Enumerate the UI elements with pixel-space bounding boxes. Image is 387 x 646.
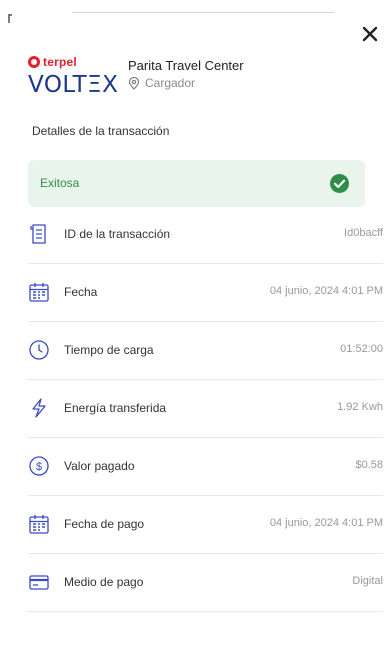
receipt-icon (30, 224, 46, 244)
detail-row-payment-date: Fecha de pago 04 junio, 2024 4:01 PM (28, 496, 383, 554)
detail-label: Valor pagado (64, 459, 135, 473)
detail-label: Tiempo de carga (64, 343, 154, 357)
detail-value: Digital (352, 575, 383, 587)
close-icon[interactable] (358, 22, 382, 46)
detail-row-transaction-id: ID de la transacción Id0bacff (28, 206, 383, 264)
svg-text:$: $ (36, 461, 42, 473)
station-type: Cargador (128, 76, 195, 90)
calendar-icon (29, 283, 49, 302)
status-banner: Exitosa (28, 160, 365, 207)
detail-value: 01:52:00 (340, 343, 383, 355)
lightning-icon (32, 398, 46, 418)
section-title: Detalles de la transacción (32, 124, 170, 138)
clock-icon (29, 340, 49, 360)
station-type-label: Cargador (145, 76, 196, 90)
detail-row-charge-time: Tiempo de carga 01:52:00 (28, 322, 383, 380)
voltex-wordmark: VOLTΞX (28, 72, 119, 98)
terpel-logo: terpel (28, 54, 77, 70)
detail-row-date: Fecha 04 junio, 2024 4:01 PM (28, 264, 383, 322)
detail-label: Fecha de pago (64, 517, 145, 531)
detail-row-amount-paid: $ Valor pagado $0.58 (28, 438, 383, 496)
detail-label: Medio de pago (64, 575, 144, 589)
terpel-wordmark: terpel (43, 55, 77, 69)
detail-value: 04 junio, 2024 4:01 PM (269, 285, 383, 297)
check-circle-icon (330, 174, 349, 193)
status-label: Exitosa (40, 176, 80, 190)
detail-value: $0.58 (355, 459, 383, 471)
detail-label: Energía transferida (64, 401, 167, 415)
corner-mark-icon (8, 14, 12, 23)
detail-label: ID de la transacción (64, 227, 171, 241)
detail-row-energy: Energía transferida 1.92 Kwh (28, 380, 383, 438)
detail-label: Fecha (64, 285, 98, 299)
station-name: Parita Travel Center (128, 58, 244, 73)
credit-card-icon (29, 575, 49, 590)
top-divider (72, 12, 334, 13)
calendar-icon (29, 515, 49, 534)
dollar-icon: $ (29, 456, 49, 476)
detail-value: 04 junio, 2024 4:01 PM (269, 517, 383, 529)
detail-value: Id0bacff (344, 227, 383, 239)
detail-row-payment-method: Medio de pago Digital (28, 554, 383, 612)
location-pin-icon (128, 76, 140, 90)
detail-value: 1.92 Kwh (337, 401, 383, 413)
brand-logo: terpel VOLTΞX (28, 54, 123, 99)
terpel-logo-mark (28, 56, 40, 68)
